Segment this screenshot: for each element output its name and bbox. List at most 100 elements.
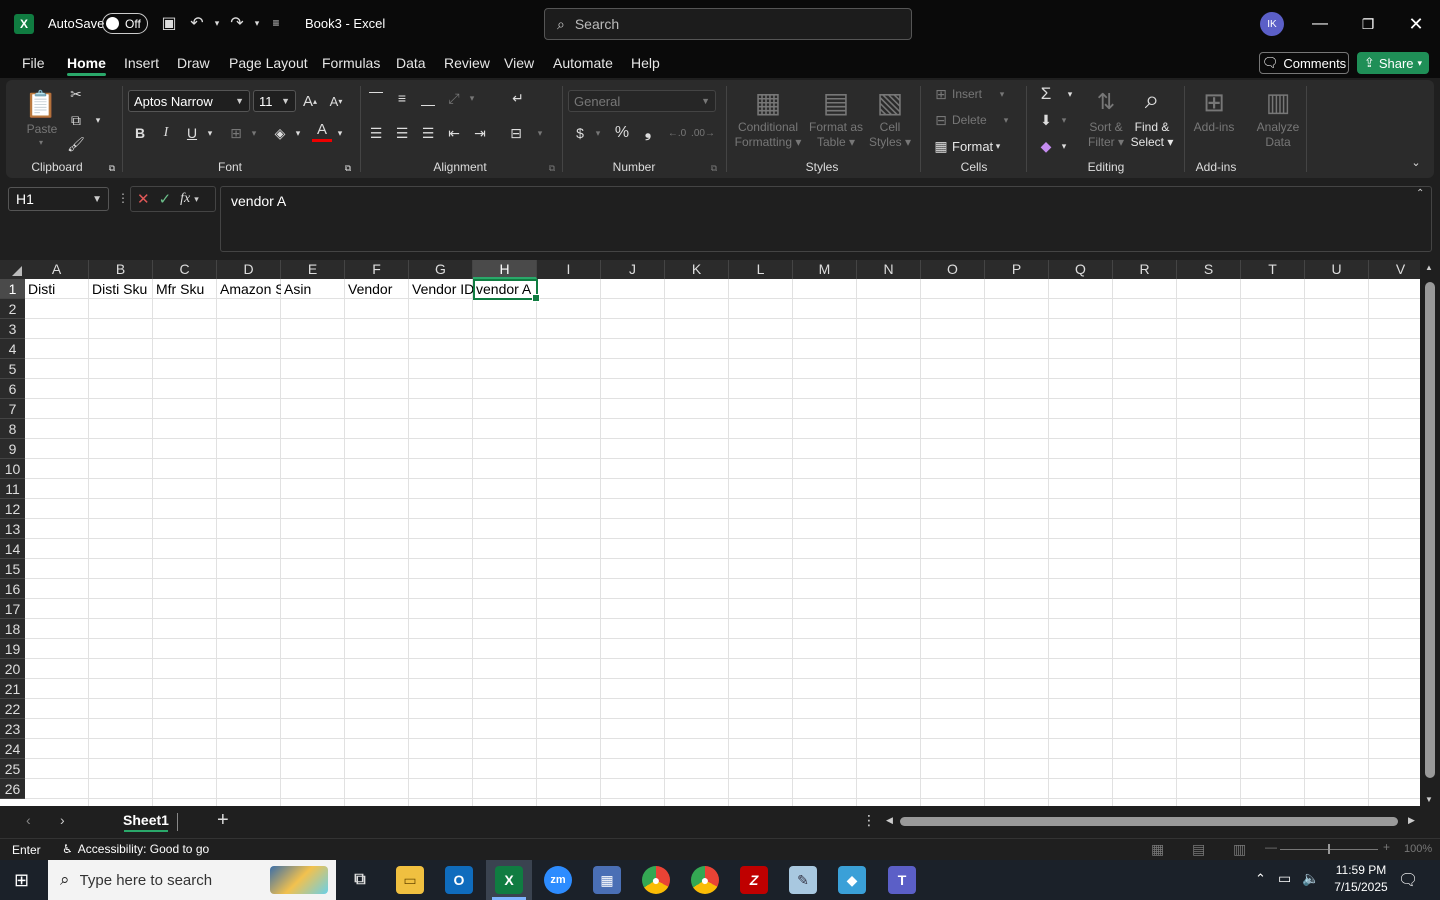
vertical-scrollbar[interactable]: ▲ ▼ — [1420, 260, 1440, 806]
column-header-u[interactable]: U — [1305, 260, 1369, 279]
row-header-6[interactable]: 6 — [0, 379, 25, 399]
row-header-22[interactable]: 22 — [0, 699, 25, 719]
show-hidden-icons[interactable]: ⌃ — [1255, 871, 1266, 887]
row-header-21[interactable]: 21 — [0, 679, 25, 699]
row-header-12[interactable]: 12 — [0, 499, 25, 519]
scroll-up-icon[interactable]: ▲ — [1425, 263, 1433, 272]
tab-automate[interactable]: Automate — [553, 48, 613, 78]
percent-style-icon[interactable]: % — [612, 122, 632, 144]
row-header-10[interactable]: 10 — [0, 459, 25, 479]
file-explorer-icon[interactable]: ▭ — [396, 866, 424, 894]
fill-icon[interactable]: ⬇ — [1036, 110, 1056, 130]
collapse-formula-bar-icon[interactable]: ⌃ — [1416, 188, 1424, 199]
add-ins-icon[interactable]: ⊞ — [1198, 86, 1230, 118]
merge-center-icon[interactable]: ⊟ — [506, 122, 526, 144]
formula-input[interactable]: vendor A — [220, 186, 1432, 252]
comma-style-icon[interactable]: ❟ — [638, 122, 658, 144]
cell-a1[interactable]: Disti — [25, 279, 89, 299]
search-box[interactable]: ⌕ — [544, 8, 912, 40]
row-header-4[interactable]: 4 — [0, 339, 25, 359]
chrome-icon[interactable]: ● — [642, 866, 670, 894]
filezilla-icon[interactable]: Z — [740, 866, 768, 894]
autosum-icon[interactable]: Σ — [1036, 84, 1056, 104]
font-name-dropdown[interactable]: Aptos Narrow ▼ — [128, 90, 250, 112]
search-input[interactable] — [574, 16, 875, 32]
column-header-d[interactable]: D — [217, 260, 281, 279]
cell-f1[interactable]: Vendor — [345, 279, 409, 299]
paste-icon[interactable]: 📋 — [25, 86, 57, 122]
more-options-icon[interactable]: ⋮ — [862, 812, 876, 829]
spreadsheet-grid[interactable]: ABCDEFGHIJKLMNOPQRSTUV 1 2 3 4 5 6 7 8 9 10 11 12 13… — [0, 260, 1420, 806]
previous-sheet-icon[interactable]: ‹ — [26, 812, 31, 828]
share-button[interactable]: ⇪ Share ▾ — [1357, 52, 1429, 74]
column-header-s[interactable]: S — [1177, 260, 1241, 279]
chevron-down-icon[interactable]: ▾ — [1064, 86, 1076, 102]
scroll-right-icon[interactable]: ▶ — [1408, 815, 1415, 826]
tab-page-layout[interactable]: Page Layout — [229, 48, 308, 78]
decrease-font-size-icon[interactable]: A ▾ — [326, 91, 346, 111]
row-header-1[interactable]: 1 — [0, 279, 25, 299]
align-right-icon[interactable]: ☰ — [418, 122, 438, 144]
format-painter-icon[interactable]: 🖌 — [66, 134, 86, 154]
accounting-format-icon[interactable]: $ — [570, 122, 590, 144]
column-header-l[interactable]: L — [729, 260, 793, 279]
more-options-icon[interactable]: ⋮ — [117, 191, 129, 205]
column-header-k[interactable]: K — [665, 260, 729, 279]
chevron-down-icon[interactable]: ▾ — [34, 136, 48, 148]
column-header-r[interactable]: R — [1113, 260, 1177, 279]
tab-data[interactable]: Data — [396, 48, 426, 78]
column-header-v[interactable]: V — [1369, 260, 1420, 279]
font-color-icon[interactable]: A — [312, 120, 332, 142]
insert-cells-button[interactable]: Insert — [952, 87, 992, 102]
fill-color-icon[interactable]: ◈ — [270, 122, 290, 144]
add-sheet-button[interactable]: + — [217, 809, 229, 832]
top-align-icon[interactable]: ⎺ — [366, 88, 386, 108]
sort-filter-button[interactable]: Sort & Filter ▾ — [1082, 120, 1130, 150]
page-layout-view-icon[interactable]: ▤ — [1192, 841, 1205, 858]
cell-c1[interactable]: Mfr Sku — [153, 279, 217, 299]
row-header-3[interactable]: 3 — [0, 319, 25, 339]
column-header-c[interactable]: C — [153, 260, 217, 279]
font-size-dropdown[interactable]: 11 ▼ — [253, 90, 296, 112]
wrap-text-icon[interactable]: ↵ — [508, 88, 528, 108]
notepad-icon[interactable]: ✎ — [789, 866, 817, 894]
column-header-q[interactable]: Q — [1049, 260, 1113, 279]
chevron-down-icon[interactable]: ▾ — [334, 124, 346, 142]
cut-icon[interactable]: ✂ — [66, 84, 86, 104]
decrease-indent-icon[interactable]: ⇤ — [444, 122, 464, 144]
redo-dropdown-icon[interactable]: ▾ — [247, 13, 267, 33]
row-header-18[interactable]: 18 — [0, 619, 25, 639]
conditional-formatting-button[interactable]: Conditional Formatting ▾ — [728, 120, 808, 150]
close-icon[interactable]: ✕ — [1393, 8, 1439, 40]
row-header-8[interactable]: 8 — [0, 419, 25, 439]
find-select-icon[interactable]: ⌕ — [1136, 84, 1168, 116]
app-icon[interactable]: ◆ — [838, 866, 866, 894]
chevron-down-icon[interactable]: ▾ — [466, 90, 478, 106]
analyze-data-button[interactable]: Analyze Data — [1252, 120, 1304, 150]
column-header-h[interactable]: H — [473, 260, 537, 279]
tab-help[interactable]: Help — [631, 48, 660, 78]
chevron-down-icon[interactable]: ▾ — [204, 124, 216, 142]
increase-indent-icon[interactable]: ⇥ — [470, 122, 490, 144]
row-header-17[interactable]: 17 — [0, 599, 25, 619]
row-header-5[interactable]: 5 — [0, 359, 25, 379]
column-header-o[interactable]: O — [921, 260, 985, 279]
row-header-11[interactable]: 11 — [0, 479, 25, 499]
orientation-icon[interactable]: ⤢ — [444, 88, 464, 108]
cell-e1[interactable]: Asin — [281, 279, 345, 299]
column-header-i[interactable]: I — [537, 260, 601, 279]
horizontal-scroll-thumb[interactable] — [900, 817, 1398, 826]
taskbar-clock[interactable]: 11:59 PM 7/15/2025 — [1330, 862, 1392, 896]
cell-styles-icon[interactable]: ▧ — [874, 86, 906, 118]
accessibility-status[interactable]: ♿ Accessibility: Good to go — [62, 842, 209, 856]
column-header-m[interactable]: M — [793, 260, 857, 279]
row-header-9[interactable]: 9 — [0, 439, 25, 459]
ribbon-collapse-icon[interactable]: ⌄ — [1408, 154, 1424, 170]
align-center-icon[interactable]: ☰ — [392, 122, 412, 144]
conditional-formatting-icon[interactable]: ▦ — [752, 86, 784, 118]
tab-insert[interactable]: Insert — [124, 48, 159, 78]
bottom-align-icon[interactable]: ⎽ — [418, 88, 438, 108]
tab-review[interactable]: Review — [444, 48, 490, 78]
decrease-decimal-icon[interactable]: .00→ — [691, 122, 715, 144]
cell-g1[interactable]: Vendor ID — [409, 279, 473, 299]
